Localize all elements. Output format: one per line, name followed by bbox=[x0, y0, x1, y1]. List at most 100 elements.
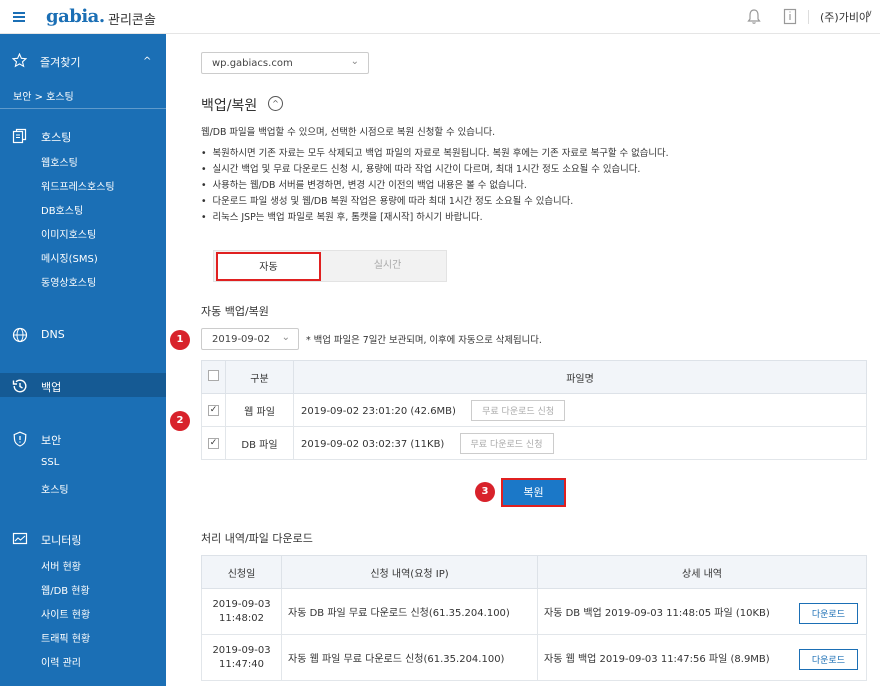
sidebar-item-video-hosting[interactable]: 동영상호스팅 bbox=[41, 274, 96, 289]
sidebar-item-image-hosting[interactable]: 이미지호스팅 bbox=[41, 226, 96, 241]
breadcrumb[interactable]: 보안 > 호스팅 bbox=[13, 88, 74, 103]
monitor-chart-icon bbox=[12, 532, 28, 545]
filename: 2019-09-02 03:02:37 (11KB) bbox=[301, 438, 445, 450]
tab-realtime[interactable]: 실시간 bbox=[330, 252, 445, 281]
tab-auto[interactable]: 자동 bbox=[216, 252, 321, 281]
sidebar-item-webdb-status[interactable]: 웹/DB 현황 bbox=[41, 582, 90, 597]
account-name[interactable]: (주)가비아 bbox=[820, 9, 869, 25]
row-checkbox-cell: ✓ bbox=[201, 426, 226, 460]
divider bbox=[0, 108, 166, 109]
file-type-cell: 웹 파일 bbox=[225, 393, 294, 427]
request-detail-cell: 자동 DB 파일 무료 다운로드 신청(61.35.204.100) bbox=[281, 588, 538, 635]
column-header-date: 신청일 bbox=[201, 555, 282, 589]
request-time: 11:48:02 bbox=[219, 612, 264, 624]
request-detail-cell: 자동 웹 파일 무료 다운로드 신청(61.35.204.100) bbox=[281, 634, 538, 681]
shield-icon bbox=[13, 431, 27, 447]
notice-item: 실시간 백업 및 무료 다운로드 신청 시, 용량에 따라 작업 시간이 다르며… bbox=[201, 161, 669, 177]
notice-item: 다운로드 파일 생성 및 웹/DB 복원 작업은 용량에 따라 최대 1시간 정… bbox=[201, 193, 669, 209]
page-title: 백업/복원 bbox=[201, 98, 258, 114]
hosting-label: 호스팅 bbox=[41, 131, 72, 144]
sidebar-item-db-hosting[interactable]: DB호스팅 bbox=[41, 202, 83, 217]
free-download-request-button[interactable]: 무료 다운로드 신청 bbox=[459, 432, 554, 454]
bell-icon[interactable] bbox=[746, 8, 762, 25]
filename-cell: 2019-09-02 23:01:20 (42.6MB) 무료 다운로드 신청 bbox=[293, 393, 867, 427]
console-title: 관리콘솔 bbox=[108, 13, 156, 28]
chevron-down-icon: ⌄ bbox=[281, 332, 290, 343]
service-select-value: wp.gabiacs.com bbox=[212, 58, 293, 69]
detail-cell: 자동 DB 백업 2019-09-03 11:48:05 파일 (10KB) 다… bbox=[537, 588, 867, 635]
detail-text: 자동 웹 백업 2019-09-03 11:47:56 파일 (8.9MB) bbox=[544, 654, 770, 665]
chevron-up-icon[interactable]: ^ bbox=[143, 56, 151, 67]
download-button[interactable]: 다운로드 bbox=[798, 603, 858, 624]
security-label: 보안 bbox=[41, 434, 62, 447]
step-badge-3: 3 bbox=[475, 482, 495, 502]
retention-note: * 백업 파일은 7일간 보관되며, 이후에 자동으로 삭제됩니다. bbox=[306, 335, 542, 346]
select-all-cell bbox=[201, 360, 226, 394]
sidebar-item-server-status[interactable]: 서버 현황 bbox=[41, 558, 81, 573]
backup-file-table: 구분 파일명 ✓ 웹 파일 2019-09-02 23:01:20 (42.6M… bbox=[201, 360, 867, 460]
notice-item: 복원하시면 기존 자료는 모두 삭제되고 백업 파일의 자료로 복원됩니다. 복… bbox=[201, 145, 669, 161]
sidebar-item-sms[interactable]: 메시징(SMS) bbox=[41, 250, 98, 265]
request-time: 11:47:40 bbox=[219, 658, 264, 670]
column-header-filename: 파일명 bbox=[293, 360, 867, 394]
step-badge-2: 2 bbox=[170, 411, 190, 431]
backup-clock-icon bbox=[12, 379, 27, 393]
request-date: 2019-09-03 bbox=[212, 644, 271, 656]
auto-section-title: 자동 백업/복원 bbox=[201, 305, 269, 318]
row-checkbox-cell: ✓ bbox=[201, 393, 226, 427]
column-header-type: 구분 bbox=[225, 360, 294, 394]
globe-icon bbox=[12, 327, 28, 343]
divider bbox=[808, 10, 809, 24]
sidebar-item-site-status[interactable]: 사이트 현황 bbox=[41, 606, 90, 621]
request-date-cell: 2019-09-03 11:47:40 bbox=[201, 634, 282, 681]
table-row: ✓ 웹 파일 2019-09-02 23:01:20 (42.6MB) 무료 다… bbox=[201, 393, 867, 427]
star-icon bbox=[12, 53, 27, 68]
download-button[interactable]: 다운로드 bbox=[798, 649, 858, 670]
table-row: ✓ DB 파일 2019-09-02 03:02:37 (11KB) 무료 다운… bbox=[201, 426, 867, 460]
column-header-detail: 상세 내역 bbox=[537, 555, 867, 589]
table-row: 2019-09-03 11:48:02 자동 DB 파일 무료 다운로드 신청(… bbox=[201, 588, 867, 635]
monitoring-label: 모니터링 bbox=[41, 534, 82, 547]
restore-button[interactable]: 복원 bbox=[501, 478, 566, 507]
notice-item: 사용하는 웹/DB 서버를 변경하면, 변경 시간 이전의 백업 내용은 볼 수… bbox=[201, 177, 669, 193]
file-type-cell: DB 파일 bbox=[225, 426, 294, 460]
request-date: 2019-09-03 bbox=[212, 598, 271, 610]
dns-label: DNS bbox=[41, 328, 65, 341]
top-bar: gabia. 관리콘솔 (주)가비아 ∨ bbox=[0, 0, 880, 34]
request-date-cell: 2019-09-03 11:48:02 bbox=[201, 588, 282, 635]
notice-icon[interactable] bbox=[782, 8, 798, 25]
step-badge-1: 1 bbox=[170, 330, 190, 350]
sidebar-item-wordpress-hosting[interactable]: 워드프레스호스팅 bbox=[41, 178, 115, 193]
sidebar-item-security-hosting[interactable]: 호스팅 bbox=[41, 481, 69, 496]
chevron-down-icon[interactable]: ∨ bbox=[866, 9, 873, 19]
table-header-row: 구분 파일명 bbox=[201, 360, 867, 394]
row-checkbox[interactable]: ✓ bbox=[208, 438, 219, 449]
backup-date-select[interactable]: 2019-09-02 ⌄ bbox=[201, 328, 299, 350]
notice-list: 복원하시면 기존 자료는 모두 삭제되고 백업 파일의 자료로 복원됩니다. 복… bbox=[201, 145, 669, 225]
filename: 2019-09-02 23:01:20 (42.6MB) bbox=[301, 405, 456, 417]
history-section-title: 처리 내역/파일 다운로드 bbox=[201, 532, 313, 545]
column-header-request: 신청 내역(요청 IP) bbox=[281, 555, 538, 589]
detail-text: 자동 DB 백업 2019-09-03 11:48:05 파일 (10KB) bbox=[544, 608, 770, 619]
filename-cell: 2019-09-02 03:02:37 (11KB) 무료 다운로드 신청 bbox=[293, 426, 867, 460]
chevron-down-icon: ⌄ bbox=[350, 56, 359, 67]
collapse-toggle-icon[interactable]: ^ bbox=[268, 96, 283, 111]
hosting-icon bbox=[12, 128, 27, 144]
history-table: 신청일 신청 내역(요청 IP) 상세 내역 2019-09-03 11:48:… bbox=[201, 555, 867, 681]
select-all-checkbox[interactable] bbox=[208, 370, 219, 381]
row-checkbox[interactable]: ✓ bbox=[208, 405, 219, 416]
intro-text: 웹/DB 파일을 백업할 수 있으며, 선택한 시점으로 복원 신청할 수 있습… bbox=[201, 127, 496, 138]
favorites-label: 즐겨찾기 bbox=[40, 56, 81, 69]
sidebar-item-web-hosting[interactable]: 웹호스팅 bbox=[41, 154, 78, 169]
backup-label: 백업 bbox=[41, 381, 62, 394]
backup-date-value: 2019-09-02 bbox=[212, 334, 271, 345]
service-select[interactable]: wp.gabiacs.com ⌄ bbox=[201, 52, 369, 74]
menu-icon[interactable] bbox=[12, 9, 30, 25]
sidebar: 즐겨찾기 ^ 보안 > 호스팅 호스팅 웹호스팅 워드프레스호스팅 DB호스팅 … bbox=[0, 34, 166, 686]
table-header-row: 신청일 신청 내역(요청 IP) 상세 내역 bbox=[201, 555, 867, 589]
sidebar-item-history[interactable]: 이력 관리 bbox=[41, 654, 81, 669]
sidebar-item-ssl[interactable]: SSL bbox=[41, 457, 59, 468]
free-download-request-button[interactable]: 무료 다운로드 신청 bbox=[471, 399, 566, 421]
gabia-logo[interactable]: gabia. bbox=[46, 6, 105, 27]
sidebar-item-traffic-status[interactable]: 트래픽 현황 bbox=[41, 630, 90, 645]
